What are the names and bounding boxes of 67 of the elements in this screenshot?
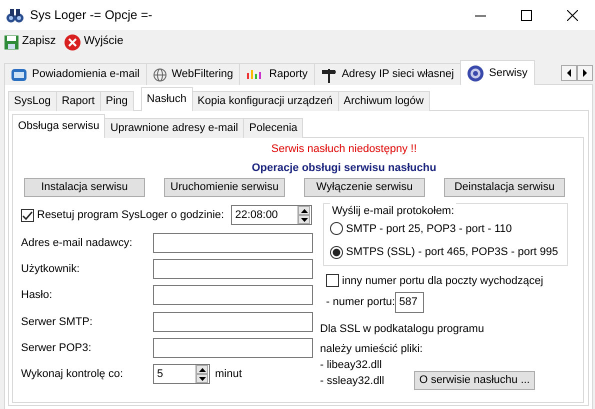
- service-button[interactable]: Uruchomienie serwisu: [164, 178, 285, 197]
- tab[interactable]: Powiadomienia e-mail: [4, 63, 147, 85]
- save-button[interactable]: Zapisz: [4, 33, 56, 51]
- radio-label: SMTPS (SSL) - port 465, POP3S - port 995: [346, 245, 558, 260]
- section-title: Operacje obsługi serwisu nasłuchu: [250, 161, 438, 175]
- tab[interactable]: Serwisy: [460, 60, 534, 85]
- field-label: Użytkownik:: [21, 262, 81, 277]
- tab[interactable]: Uprawnione adresy e-mail: [104, 118, 244, 138]
- spinner-arrows[interactable]: [195, 365, 208, 383]
- save-icon: [4, 34, 19, 50]
- checkbox[interactable]: [21, 208, 34, 222]
- tab[interactable]: WebFiltering: [146, 63, 240, 85]
- service-button[interactable]: Instalacja serwisu: [24, 178, 145, 197]
- tab[interactable]: Kopia konfiguracji urządzeń: [192, 91, 339, 111]
- about-button[interactable]: O serwisie nasłuchu ...: [414, 371, 535, 390]
- service-button[interactable]: Wyłączenie serwisu: [304, 178, 425, 197]
- radio-button[interactable]: [330, 222, 343, 236]
- service-button[interactable]: Deinstalacja serwisu: [444, 178, 565, 197]
- tab[interactable]: Polecenia: [243, 118, 304, 138]
- port-field[interactable]: 587: [395, 292, 424, 313]
- tab[interactable]: Nasłuch: [140, 87, 193, 111]
- input-field[interactable]: [153, 285, 313, 305]
- radio-label: SMTP - port 25, POP3 - port - 110: [346, 222, 512, 236]
- tab[interactable]: Raport: [56, 91, 101, 111]
- checkbox[interactable]: [326, 274, 339, 288]
- time-field[interactable]: 22:08:00: [231, 205, 312, 225]
- tab[interactable]: Raporty: [239, 63, 315, 85]
- tab[interactable]: Adresy IP sieci własnej: [314, 63, 461, 85]
- note-text: należy umieścić pliki:: [320, 342, 424, 357]
- radio-button[interactable]: [330, 246, 343, 259]
- caret-left-icon: [566, 69, 572, 77]
- input-field[interactable]: [153, 233, 313, 253]
- unit-label: minut: [215, 366, 242, 382]
- field-label: Hasło:: [21, 288, 54, 303]
- checkbox-label: Resetuj program SysLoger o godzinie:: [37, 208, 224, 223]
- tab[interactable]: Obsługa serwisu: [12, 114, 106, 138]
- exit-button[interactable]: Wyjście: [64, 33, 124, 51]
- input-field[interactable]: [153, 259, 313, 279]
- tab[interactable]: Ping: [100, 91, 134, 111]
- note-text: - ssleay32.dll: [320, 374, 384, 389]
- window-title: Sys Loger -= Opcje =-: [30, 6, 154, 24]
- spinner-arrows[interactable]: [297, 206, 310, 224]
- maximize-icon[interactable]: [520, 10, 532, 20]
- caret-right-icon: [582, 69, 588, 77]
- note-text: - libeay32.dll: [320, 358, 383, 373]
- number-field[interactable]: 5: [153, 364, 210, 384]
- globe-icon: [152, 68, 167, 82]
- binoculars-icon: [6, 7, 24, 23]
- close-icon: [64, 34, 81, 50]
- scroll-left-button[interactable]: [561, 65, 577, 81]
- note-text: Dla SSL w podkatalogu programu: [320, 322, 486, 337]
- field-label: - numer portu:: [326, 295, 396, 310]
- field-label: Serwer SMTP:: [21, 314, 94, 330]
- signpost-icon: [320, 66, 337, 82]
- status-message: Serwis nasłuch niedostępny !!: [270, 142, 418, 156]
- input-field[interactable]: [153, 338, 313, 358]
- field-label: Wykonaj kontrolę co:: [21, 366, 124, 382]
- input-field[interactable]: [153, 312, 313, 332]
- scroll-right-button[interactable]: [577, 65, 593, 81]
- field-label: Serwer POP3:: [21, 340, 92, 356]
- group-legend: Wyślij e-mail protokołem:: [330, 203, 456, 220]
- tab[interactable]: SysLog: [8, 91, 57, 111]
- checkbox-label: inny numer portu dla poczty wychodzącej: [342, 274, 544, 288]
- close-icon[interactable]: [566, 10, 578, 20]
- mail-icon: [11, 68, 27, 82]
- tab[interactable]: Archiwum logów: [338, 91, 430, 111]
- field-label: Adres e-mail nadawcy:: [21, 236, 134, 251]
